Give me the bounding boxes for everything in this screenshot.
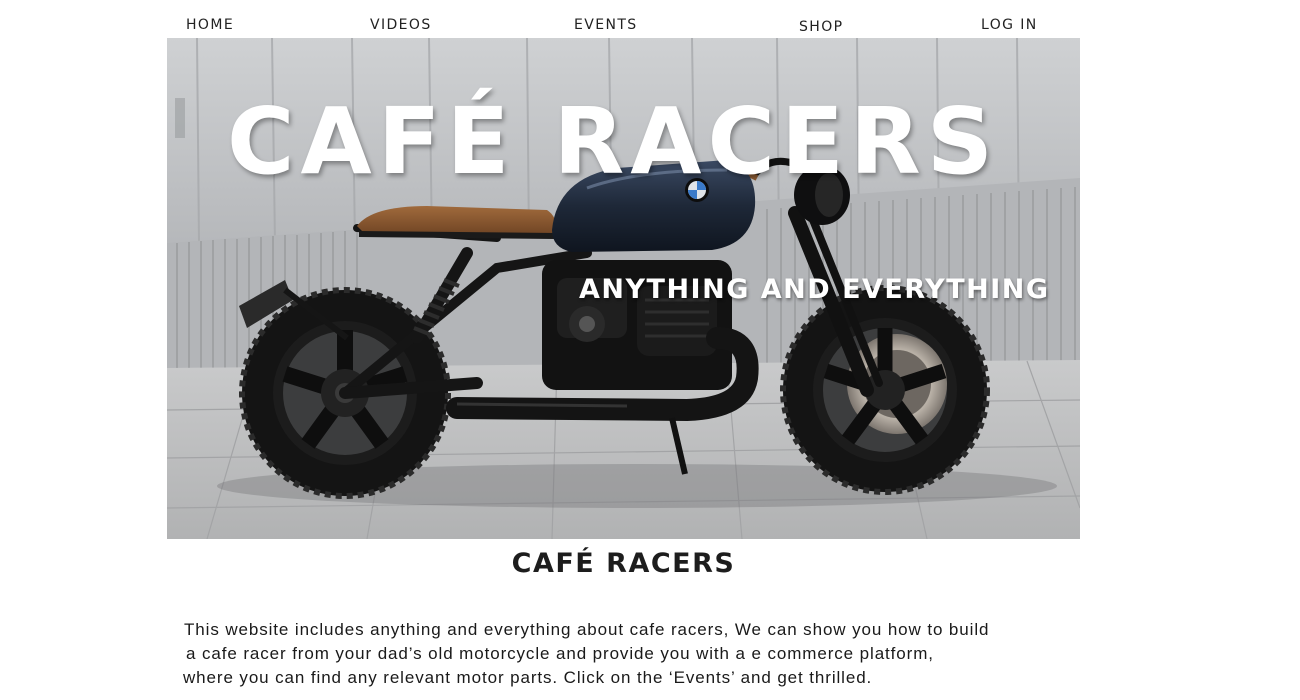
page-title: CAFÉ RACERS: [511, 548, 736, 579]
hero-subtitle: ANYTHING AND EVERYTHING: [579, 274, 1050, 305]
nav-login-link[interactable]: LOG IN: [981, 17, 1038, 33]
hero-title: CAFÉ RACERS: [227, 88, 999, 195]
intro-line: where you can find any relevant motor pa…: [183, 668, 873, 687]
page: HOME VIDEOS EVENTS SHOP LOG IN CAFÉ RACE…: [0, 0, 1300, 700]
nav-events-link[interactable]: EVENTS: [574, 17, 638, 33]
hero-banner: CAFÉ RACERS ANYTHING AND EVERYTHING: [167, 38, 1080, 539]
intro-line: a cafe racer from your dad’s old motorcy…: [186, 644, 934, 663]
nav-shop-link[interactable]: SHOP: [799, 19, 843, 35]
top-navigation: HOME VIDEOS EVENTS SHOP LOG IN: [0, 17, 1300, 37]
nav-home-link[interactable]: HOME: [186, 17, 234, 33]
intro-paragraph: This website includes anything and every…: [183, 618, 1104, 690]
nav-videos-link[interactable]: VIDEOS: [370, 17, 432, 33]
intro-line: This website includes anything and every…: [184, 620, 990, 639]
